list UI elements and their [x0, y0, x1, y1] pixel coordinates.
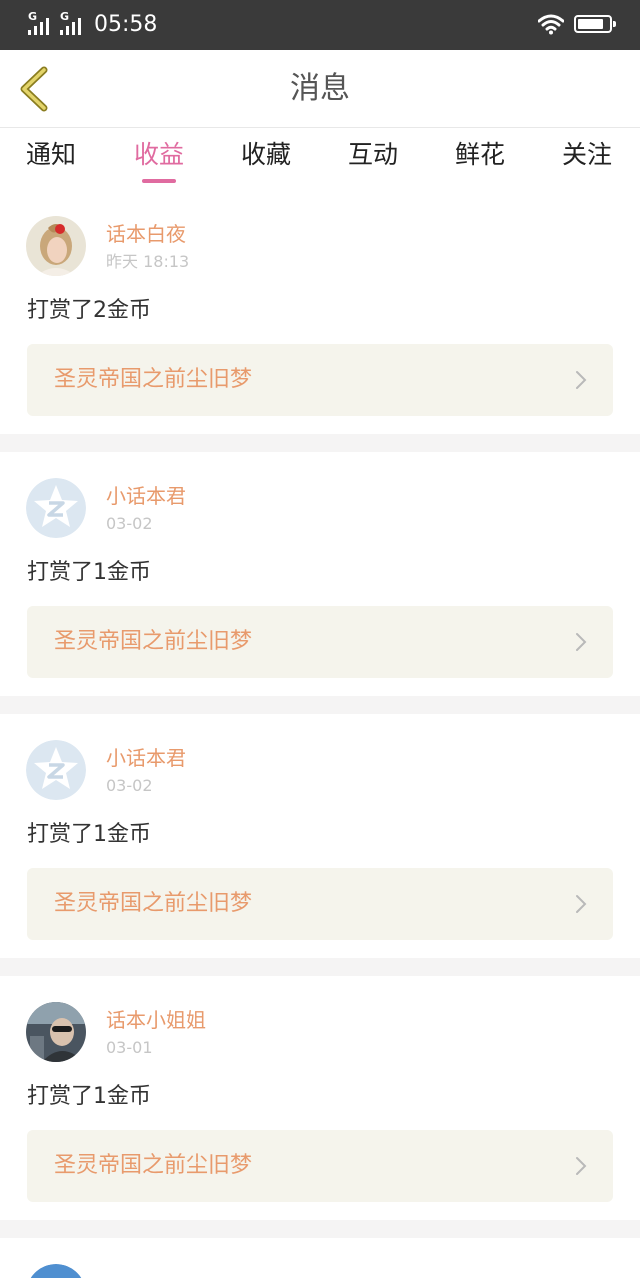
signal-network-label: G: [28, 10, 38, 23]
reward-text: 打赏了2金币: [27, 298, 151, 323]
wifi-icon: [538, 14, 564, 35]
status-bar-right: [538, 13, 616, 35]
reward-text: 打赏了1金币: [27, 822, 151, 847]
tab-earnings[interactable]: 收益: [134, 140, 184, 170]
book-title: 圣灵帝国之前尘旧梦: [54, 1153, 253, 1178]
signal-icon: G: [28, 10, 56, 37]
battery-level: [578, 19, 603, 29]
message-time: 03-01: [106, 1038, 153, 1057]
tab-notifications[interactable]: 通知: [26, 140, 76, 170]
list-item: 话本白夜 昨天 18:13 打赏了2金币 圣灵帝国之前尘旧梦: [0, 190, 640, 434]
message-time: 03-02: [106, 776, 153, 795]
user-name[interactable]: 话本小姐姐: [106, 1008, 206, 1032]
list-item: 话本小姐姐 03-01 打赏了1金币 圣灵帝国之前尘旧梦: [0, 976, 640, 1220]
divider: [0, 1220, 640, 1238]
battery-icon: [574, 15, 616, 33]
divider: [0, 696, 640, 714]
tab-bar: 通知 收益 收藏 互动 鲜花 关注: [0, 128, 640, 190]
user-name[interactable]: 小话本君: [106, 746, 186, 770]
tab-interactions[interactable]: 互动: [348, 140, 398, 170]
page-title: 消息: [290, 71, 350, 106]
message-list: 话本白夜 昨天 18:13 打赏了2金币 圣灵帝国之前尘旧梦 小话本君 03-0…: [0, 190, 640, 1278]
book-link[interactable]: 圣灵帝国之前尘旧梦: [27, 344, 613, 416]
divider: [0, 958, 640, 976]
user-name[interactable]: 小话本君: [106, 484, 186, 508]
chevron-right-icon: [576, 895, 587, 913]
signal-network-label: G: [60, 10, 70, 23]
book-title: 圣灵帝国之前尘旧梦: [54, 367, 253, 392]
list-item: 小话本君 03-02 打赏了1金币 圣灵帝国之前尘旧梦: [0, 714, 640, 958]
book-link[interactable]: 圣灵帝国之前尘旧梦: [27, 1130, 613, 1202]
tab-follows[interactable]: 关注: [562, 140, 612, 170]
message-time: 昨天 18:13: [106, 252, 190, 271]
chevron-right-icon: [576, 633, 587, 651]
signal-icon: G: [60, 10, 88, 37]
tab-favorites[interactable]: 收藏: [241, 140, 291, 170]
status-time: 05:58: [94, 12, 158, 37]
list-item: 小话本君 03-02 打赏了1金币 圣灵帝国之前尘旧梦: [0, 452, 640, 696]
book-link[interactable]: 圣灵帝国之前尘旧梦: [27, 868, 613, 940]
list-item: [0, 1238, 640, 1278]
divider: [0, 434, 640, 452]
default-avatar-icon[interactable]: [26, 478, 86, 538]
status-bar-left: G G 05:58: [28, 10, 157, 40]
chevron-right-icon: [576, 1157, 587, 1175]
reward-text: 打赏了1金币: [27, 1084, 151, 1109]
tab-flowers[interactable]: 鲜花: [455, 140, 505, 170]
default-avatar-icon[interactable]: [26, 740, 86, 800]
user-avatar[interactable]: [26, 216, 86, 276]
user-avatar[interactable]: [26, 1002, 86, 1062]
chevron-right-icon: [576, 371, 587, 389]
book-link[interactable]: 圣灵帝国之前尘旧梦: [27, 606, 613, 678]
book-title: 圣灵帝国之前尘旧梦: [54, 891, 253, 916]
reward-text: 打赏了1金币: [27, 560, 151, 585]
message-time: 03-02: [106, 514, 153, 533]
nav-bar: 消息: [0, 50, 640, 128]
book-title: 圣灵帝国之前尘旧梦: [54, 629, 253, 654]
tab-active-indicator: [142, 179, 176, 183]
user-name[interactable]: 话本白夜: [106, 222, 186, 246]
status-bar: G G 05:58: [0, 0, 640, 50]
